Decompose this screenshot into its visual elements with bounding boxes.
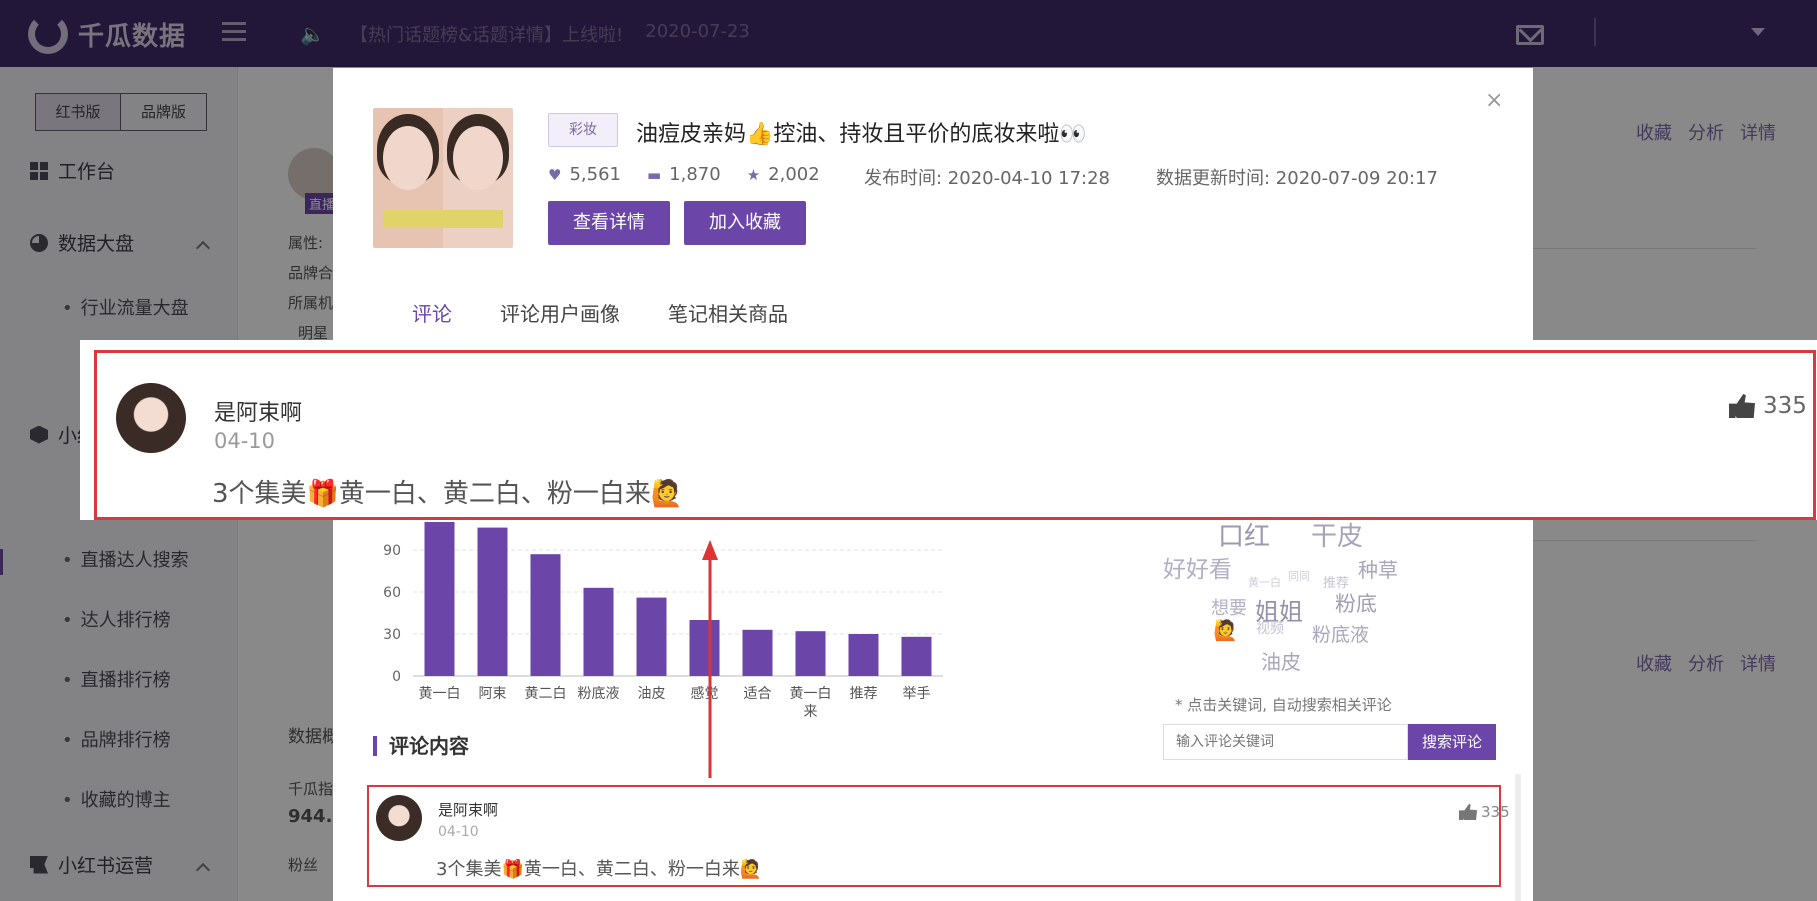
comment-like: 335 [1729,393,1807,419]
bar-3[interactable] [583,587,614,676]
thumb-banner [383,210,503,228]
note-thumbnail[interactable] [373,108,513,248]
word-want[interactable]: 想要 [1211,594,1247,620]
comment-icon: ▬ [646,165,662,184]
comment-user[interactable]: 是阿束啊 [214,395,302,427]
thumbs-up-icon [1729,394,1755,418]
bar-8[interactable] [848,634,879,676]
like-count: 335 [1481,803,1510,821]
comment-user[interactable]: 是阿束啊 [438,799,498,820]
avatar[interactable] [116,383,186,453]
comment-item-zoomed: 是阿束啊 04-10 3个集美🎁黄一白、黄二白、粉一白来🙋 335 [94,350,1816,520]
word-recommend[interactable]: 推荐 [1323,572,1349,591]
collects-count: 2,002 [768,164,820,185]
x-tick-label: 推荐 [850,686,878,702]
word-foundation[interactable]: 粉底 [1335,588,1377,618]
note-title: 油痘皮亲妈👍控油、持妆且平价的底妆来啦👀 [636,122,1087,147]
word-lipstick[interactable]: 口红 [1218,516,1270,553]
word-grass[interactable]: 种草 [1358,554,1398,583]
y-tick-label: 60 [383,585,401,601]
comments-count: 1,870 [669,164,721,185]
word-video[interactable]: 视频 [1256,618,1284,638]
scrollbar[interactable] [1515,774,1521,901]
bar-1[interactable] [477,527,508,676]
bar-4[interactable] [636,597,667,676]
x-tick-label: 黄一白 [419,685,461,702]
keyword-bar-chart: 0306090黄一白 阿束 黄二白 粉底液 油皮 感觉 适合 黄一白来推荐 举手 [383,522,943,720]
x-tick-label: 举手 [903,686,931,702]
star-icon: ★ [746,165,761,184]
comment-text: 3个集美🎁黄一白、黄二白、粉一白来🙋 [436,859,763,880]
comment-section-title: 评论内容 [373,736,469,756]
bar-9[interactable] [901,636,932,676]
x-tick-label: 来 [804,704,818,720]
tab-related-products[interactable]: 笔记相关商品 [668,298,788,327]
x-tick-label: 阿束 [479,686,507,702]
category-tag: 彩妆 [548,113,618,147]
publish-time: 发布时间: 2020-04-10 17:28 [864,168,1110,189]
word-huang-yibai[interactable]: 黄一白 [1248,574,1281,590]
tab-user-profile[interactable]: 评论用户画像 [500,298,620,327]
y-tick-label: 90 [383,543,401,559]
like-count: 335 [1763,393,1807,419]
x-tick-label: 粉底液 [578,686,620,702]
modal-tabs: 评论 评论用户画像 笔记相关商品 [412,298,788,327]
keyword-word-cloud: 口红 干皮 好好看 种草 想要 姐姐 粉底 粉底液 油皮 视频 推荐 同同 黄一… [1143,516,1503,706]
comment-date: 04-10 [438,824,479,840]
bar-6[interactable] [742,629,773,676]
thumbs-up-icon [1459,804,1477,820]
annotation-arrow [702,540,718,778]
word-tongtong[interactable]: 同同 [1288,568,1310,584]
x-tick-label: 黄一白 [790,685,832,702]
raise-hand-icon: 🙋 [1213,618,1238,642]
word-oily-skin[interactable]: 油皮 [1261,646,1301,675]
stat-likes: ♥ 5,561 [548,164,621,185]
arrow-head [702,540,718,560]
close-icon[interactable]: × [1485,90,1503,112]
update-time: 数据更新时间: 2020-07-09 20:17 [1156,168,1438,189]
avatar[interactable] [376,795,422,841]
bar-2[interactable] [530,554,561,676]
comment-item: 是阿束啊 04-10 3个集美🎁黄一白、黄二白、粉一白来🙋 335 [367,785,1510,887]
stat-collects: ★ 2,002 [747,164,820,185]
view-detail-button[interactable]: 查看详情 [548,201,670,245]
comment-search-input[interactable] [1163,724,1408,760]
thumb-face [383,126,433,190]
y-tick-label: 30 [383,627,401,643]
thumb-face [453,126,503,190]
word-liquid-foundation[interactable]: 粉底液 [1312,620,1369,647]
likes-count: 5,561 [569,164,621,185]
bar-0[interactable] [424,522,455,676]
word-dry-skin[interactable]: 干皮 [1311,516,1363,553]
comment-like: 335 [1459,803,1510,821]
x-tick-label: 黄二白 [525,685,567,702]
x-tick-label: 适合 [744,686,772,702]
note-stats: ♥ 5,561 ▬ 1,870 ★ 2,002 [548,164,820,185]
search-comment-button[interactable]: 搜索评论 [1408,724,1496,760]
y-tick-label: 0 [392,669,401,685]
add-favorite-button[interactable]: 加入收藏 [684,201,806,245]
word-so-pretty[interactable]: 好好看 [1163,550,1232,584]
comment-date: 04-10 [214,429,276,453]
comment-text: 3个集美🎁黄一白、黄二白、粉一白来🙋 [212,479,684,509]
keyword-hint: * 点击关键词, 自动搜索相关评论 [1175,696,1392,714]
comment-zoom-callout: 是阿束啊 04-10 3个集美🎁黄一白、黄二白、粉一白来🙋 335 [80,340,1817,520]
stat-comments: ▬ 1,870 [647,164,721,185]
bar-7[interactable] [795,631,826,676]
x-tick-label: 油皮 [638,686,666,702]
heart-icon: ♥ [548,165,562,184]
tab-comments[interactable]: 评论 [412,298,452,327]
